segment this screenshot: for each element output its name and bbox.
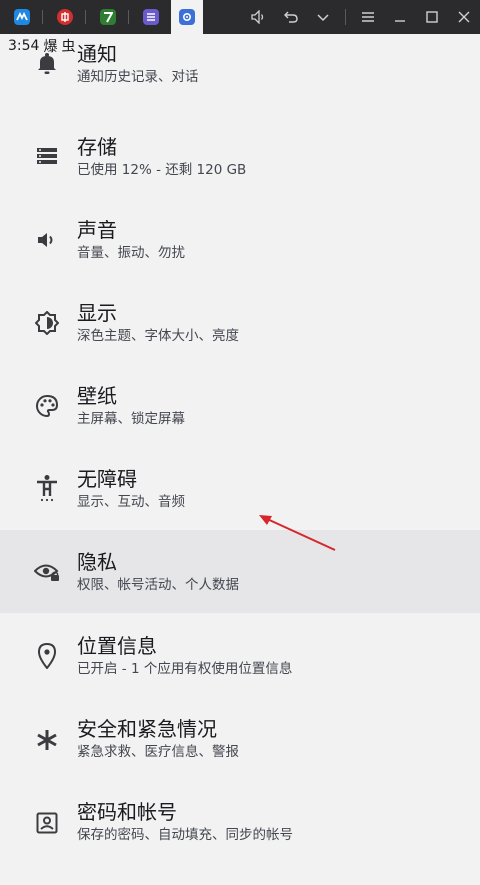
settings-item-subtitle: 主屏幕、锁定屏幕	[77, 411, 185, 427]
settings-item-title: 壁纸	[77, 384, 117, 408]
settings-item-subtitle: 保存的密码、自动填充、同步的帐号	[77, 827, 293, 843]
settings-item-title: 密码和帐号	[77, 800, 177, 824]
storage-icon	[34, 143, 60, 169]
settings-item-title: 显示	[77, 301, 117, 325]
settings-item-wallpaper[interactable]: 壁纸 主屏幕、锁定屏幕	[0, 354, 480, 437]
settings-item-title: 声音	[77, 218, 117, 242]
brightness-icon	[34, 310, 60, 336]
settings-item-accessibility[interactable]: 无障碍 显示、互动、音频	[0, 437, 480, 520]
settings-item-title: 存储	[77, 135, 117, 159]
settings-item-passwords-accounts[interactable]: 密码和帐号 保存的密码、自动填充、同步的帐号	[0, 770, 480, 853]
settings-item-title: 隐私	[77, 550, 117, 574]
status-glyph: 爆	[43, 39, 58, 55]
asterisk-icon	[34, 727, 60, 753]
status-time: 3:54	[8, 38, 40, 54]
palette-icon	[34, 393, 60, 419]
settings-item-title: 无障碍	[77, 467, 137, 491]
settings-item-subtitle: 通知历史记录、对话	[77, 69, 199, 85]
account-box-icon	[34, 810, 60, 836]
settings-item-subtitle: 已开启 - 1 个应用有权使用位置信息	[77, 661, 293, 677]
settings-item-title: 安全和紧急情况	[77, 717, 217, 741]
settings-item-location[interactable]: 位置信息 已开启 - 1 个应用有权使用位置信息	[0, 604, 480, 687]
chevron-down-icon	[317, 14, 329, 22]
settings-item-title: 位置信息	[77, 634, 157, 658]
status-bar: 3:54 爆 虫	[8, 37, 79, 55]
settings-item-subtitle: 紧急求救、医疗信息、警报	[77, 744, 239, 760]
settings-item-storage[interactable]: 存储 已使用 12% - 还剩 120 GB	[0, 105, 480, 188]
location-pin-icon	[34, 643, 60, 669]
settings-item-subtitle: 深色主题、字体大小、亮度	[77, 328, 239, 344]
status-glyph: 虫	[61, 39, 76, 55]
settings-item-subtitle: 已使用 12% - 还剩 120 GB	[77, 162, 247, 178]
settings-item-notifications[interactable]: 通知 通知历史记录、对话	[0, 22, 480, 105]
settings-item-display[interactable]: 显示 深色主题、字体大小、亮度	[0, 271, 480, 354]
settings-item-sound[interactable]: 声音 音量、振动、勿扰	[0, 188, 480, 271]
settings-item-safety-emergency[interactable]: 安全和紧急情况 紧急求救、医疗信息、警报	[0, 687, 480, 770]
settings-item-subtitle: 权限、帐号活动、个人数据	[77, 577, 239, 593]
privacy-eye-icon	[34, 559, 60, 585]
settings-item-title: 通知	[77, 42, 117, 66]
settings-item-subtitle: 显示、互动、音频	[77, 494, 185, 510]
annotation-arrow	[259, 515, 336, 551]
accessibility-icon	[34, 475, 60, 502]
volume-icon	[34, 227, 60, 253]
settings-item-privacy[interactable]: 隐私 权限、帐号活动、个人数据	[0, 530, 480, 613]
settings-item-subtitle: 音量、振动、勿扰	[77, 245, 185, 261]
